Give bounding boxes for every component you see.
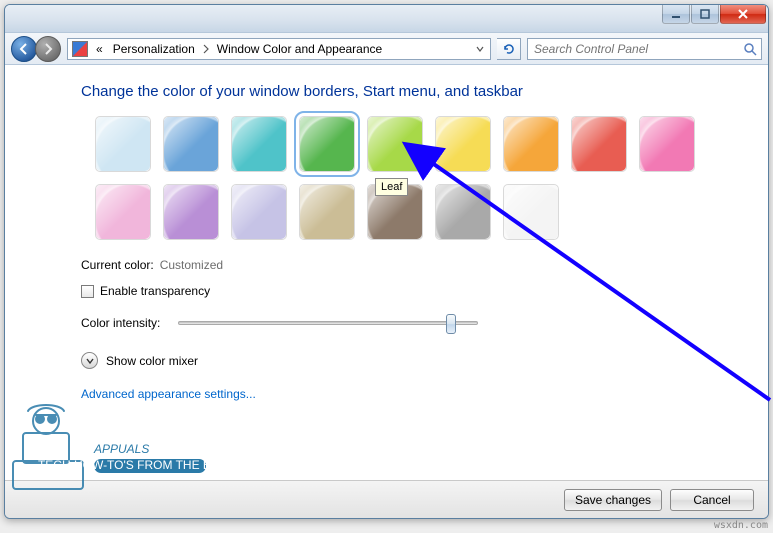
color-swatch-ruby[interactable] xyxy=(571,116,627,172)
show-color-mixer-row[interactable]: Show color mixer xyxy=(81,352,698,369)
breadcrumb-root[interactable]: « xyxy=(92,40,107,58)
color-swatch-fuchsia[interactable] xyxy=(639,116,695,172)
cancel-button[interactable]: Cancel xyxy=(670,489,754,511)
search-input[interactable] xyxy=(532,41,739,57)
color-swatch-frost[interactable] xyxy=(503,184,559,240)
color-swatch-sky[interactable] xyxy=(95,116,151,172)
color-intensity-slider[interactable] xyxy=(178,321,478,325)
titlebar xyxy=(5,5,768,33)
transparency-checkbox[interactable] xyxy=(81,285,94,298)
current-color-value: Customized xyxy=(160,258,223,272)
save-changes-button[interactable]: Save changes xyxy=(564,489,662,511)
search-box[interactable] xyxy=(527,38,762,60)
color-swatch-pumpkin[interactable] xyxy=(503,116,559,172)
address-dropdown-icon[interactable] xyxy=(472,46,488,52)
navbar: « Personalization Window Color and Appea… xyxy=(5,33,768,65)
color-swatch-grid: Leaf xyxy=(95,116,715,240)
control-panel-icon xyxy=(72,41,88,57)
back-button[interactable] xyxy=(11,36,37,62)
show-color-mixer-label: Show color mixer xyxy=(106,354,198,368)
breadcrumb-window-color[interactable]: Window Color and Appearance xyxy=(213,40,386,58)
content-area: Change the color of your window borders,… xyxy=(5,65,768,480)
color-swatch-sun[interactable] xyxy=(435,116,491,172)
color-swatch-slate[interactable] xyxy=(435,184,491,240)
slider-thumb[interactable] xyxy=(446,314,456,334)
window-color-appearance-window: « Personalization Window Color and Appea… xyxy=(4,4,769,519)
advanced-appearance-link[interactable]: Advanced appearance settings... xyxy=(81,387,698,401)
color-swatch-twilight[interactable] xyxy=(163,116,219,172)
color-swatch-blush[interactable] xyxy=(95,184,151,240)
save-changes-label: Save changes xyxy=(575,493,651,507)
minimize-button[interactable] xyxy=(662,5,690,24)
current-color-row: Current color: Customized xyxy=(81,258,698,272)
footer-bar: Save changes Cancel xyxy=(5,480,768,518)
cancel-label: Cancel xyxy=(693,493,730,507)
source-watermark: wsxdn.com xyxy=(714,520,768,531)
address-bar[interactable]: « Personalization Window Color and Appea… xyxy=(67,38,491,60)
current-color-label: Current color: xyxy=(81,258,154,272)
color-intensity-label: Color intensity: xyxy=(81,316,160,330)
color-intensity-row: Color intensity: xyxy=(81,316,698,330)
color-swatch-chocolate[interactable] xyxy=(367,184,423,240)
color-swatch-sea[interactable] xyxy=(231,116,287,172)
color-swatch-violet[interactable] xyxy=(163,184,219,240)
expand-chevron-icon[interactable] xyxy=(81,352,98,369)
refresh-button[interactable] xyxy=(497,38,521,60)
page-heading: Change the color of your window borders,… xyxy=(81,83,698,100)
transparency-checkbox-row[interactable]: Enable transparency xyxy=(81,284,698,298)
search-icon[interactable] xyxy=(743,42,757,56)
forward-button[interactable] xyxy=(35,36,61,62)
transparency-label: Enable transparency xyxy=(100,284,210,298)
color-swatch-lavender[interactable] xyxy=(231,184,287,240)
color-swatch-leaf[interactable] xyxy=(299,116,355,172)
color-swatch-lime[interactable] xyxy=(367,116,423,172)
breadcrumb-personalization[interactable]: Personalization xyxy=(109,40,199,58)
maximize-button[interactable] xyxy=(691,5,719,24)
close-button[interactable] xyxy=(720,5,766,24)
color-swatch-taupe[interactable] xyxy=(299,184,355,240)
nav-arrows xyxy=(11,36,61,62)
chevron-right-icon[interactable] xyxy=(201,41,211,57)
